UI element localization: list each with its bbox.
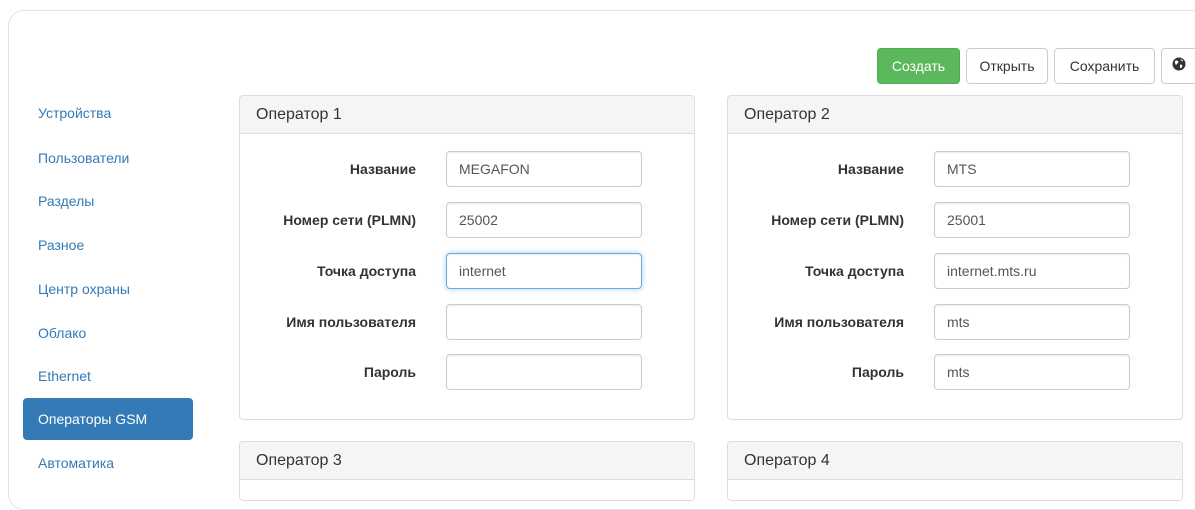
field-label: Имя пользователя — [286, 314, 416, 330]
globe-icon — [1172, 57, 1186, 75]
sidebar-item-label: Разделы — [38, 193, 95, 209]
sidebar-item-label: Облако — [38, 325, 87, 341]
form-row-username: Имя пользователя — [240, 304, 694, 340]
field-label: Название — [837, 161, 904, 177]
field-label: Название — [349, 161, 416, 177]
field-label: Имя пользователя — [774, 314, 904, 330]
open-button[interactable]: Открыть — [966, 48, 1048, 84]
sidebar-item-label: Операторы GSM — [38, 411, 148, 427]
operator-name-input[interactable] — [934, 151, 1130, 187]
sidebar-item-automation[interactable]: Автоматика — [23, 442, 193, 484]
plmn-input[interactable] — [446, 202, 642, 238]
sidebar-item-label: Ethernet — [38, 368, 91, 384]
form-row-name: Название — [728, 151, 1182, 187]
sidebar-item-misc[interactable]: Разное — [23, 224, 193, 266]
form-row-apn: Точка доступа — [240, 253, 694, 289]
operator-panel-4: Оператор 4 — [727, 441, 1183, 501]
sidebar-item-partitions[interactable]: Разделы — [23, 180, 193, 222]
operator-name-input[interactable] — [446, 151, 642, 187]
operator-panel-2: Оператор 2 Название Номер сети (PLMN) То… — [727, 95, 1183, 420]
sidebar-item-label: Центр охраны — [38, 281, 130, 297]
panel-title: Оператор 3 — [240, 442, 694, 480]
panel-title: Оператор 2 — [728, 96, 1182, 134]
apn-input[interactable] — [934, 253, 1130, 289]
form-row-username: Имя пользователя — [728, 304, 1182, 340]
apn-input[interactable] — [446, 253, 642, 289]
sidebar-item-users[interactable]: Пользователи — [23, 137, 193, 179]
field-label: Пароль — [851, 364, 904, 380]
sidebar-item-label: Разное — [38, 237, 85, 253]
sidebar-item-ethernet[interactable]: Ethernet — [23, 355, 193, 397]
form-row-plmn: Номер сети (PLMN) — [728, 202, 1182, 238]
create-button[interactable]: Создать — [877, 48, 960, 84]
plmn-input[interactable] — [934, 202, 1130, 238]
form-row-password: Пароль — [728, 354, 1182, 390]
operator-panel-3: Оператор 3 — [239, 441, 695, 501]
sidebar-item-gsm-operators[interactable]: Операторы GSM — [23, 398, 193, 440]
username-input[interactable] — [934, 304, 1130, 340]
password-input[interactable] — [446, 354, 642, 390]
form-row-password: Пароль — [240, 354, 694, 390]
field-label: Номер сети (PLMN) — [771, 212, 904, 228]
sidebar-item-monitoring-center[interactable]: Центр охраны — [23, 268, 193, 310]
form-row-apn: Точка доступа — [728, 253, 1182, 289]
field-label: Пароль — [363, 364, 416, 380]
sidebar-item-label: Пользователи — [38, 150, 130, 166]
form-row-plmn: Номер сети (PLMN) — [240, 202, 694, 238]
field-label: Номер сети (PLMN) — [283, 212, 416, 228]
sidebar-item-label: Устройства — [38, 105, 112, 121]
panel-title: Оператор 1 — [240, 96, 694, 134]
password-input[interactable] — [934, 354, 1130, 390]
form-row-name: Название — [240, 151, 694, 187]
sidebar-item-label: Автоматика — [38, 455, 115, 471]
save-button[interactable]: Сохранить — [1054, 48, 1155, 84]
username-input[interactable] — [446, 304, 642, 340]
field-label: Точка доступа — [805, 263, 904, 279]
sidebar-item-cloud[interactable]: Облако — [23, 312, 193, 354]
language-button[interactable] — [1161, 48, 1195, 84]
panel-title: Оператор 4 — [728, 442, 1182, 480]
field-label: Точка доступа — [317, 263, 416, 279]
sidebar-item-devices[interactable]: Устройства — [23, 92, 193, 134]
operator-panel-1: Оператор 1 Название Номер сети (PLMN) То… — [239, 95, 695, 420]
